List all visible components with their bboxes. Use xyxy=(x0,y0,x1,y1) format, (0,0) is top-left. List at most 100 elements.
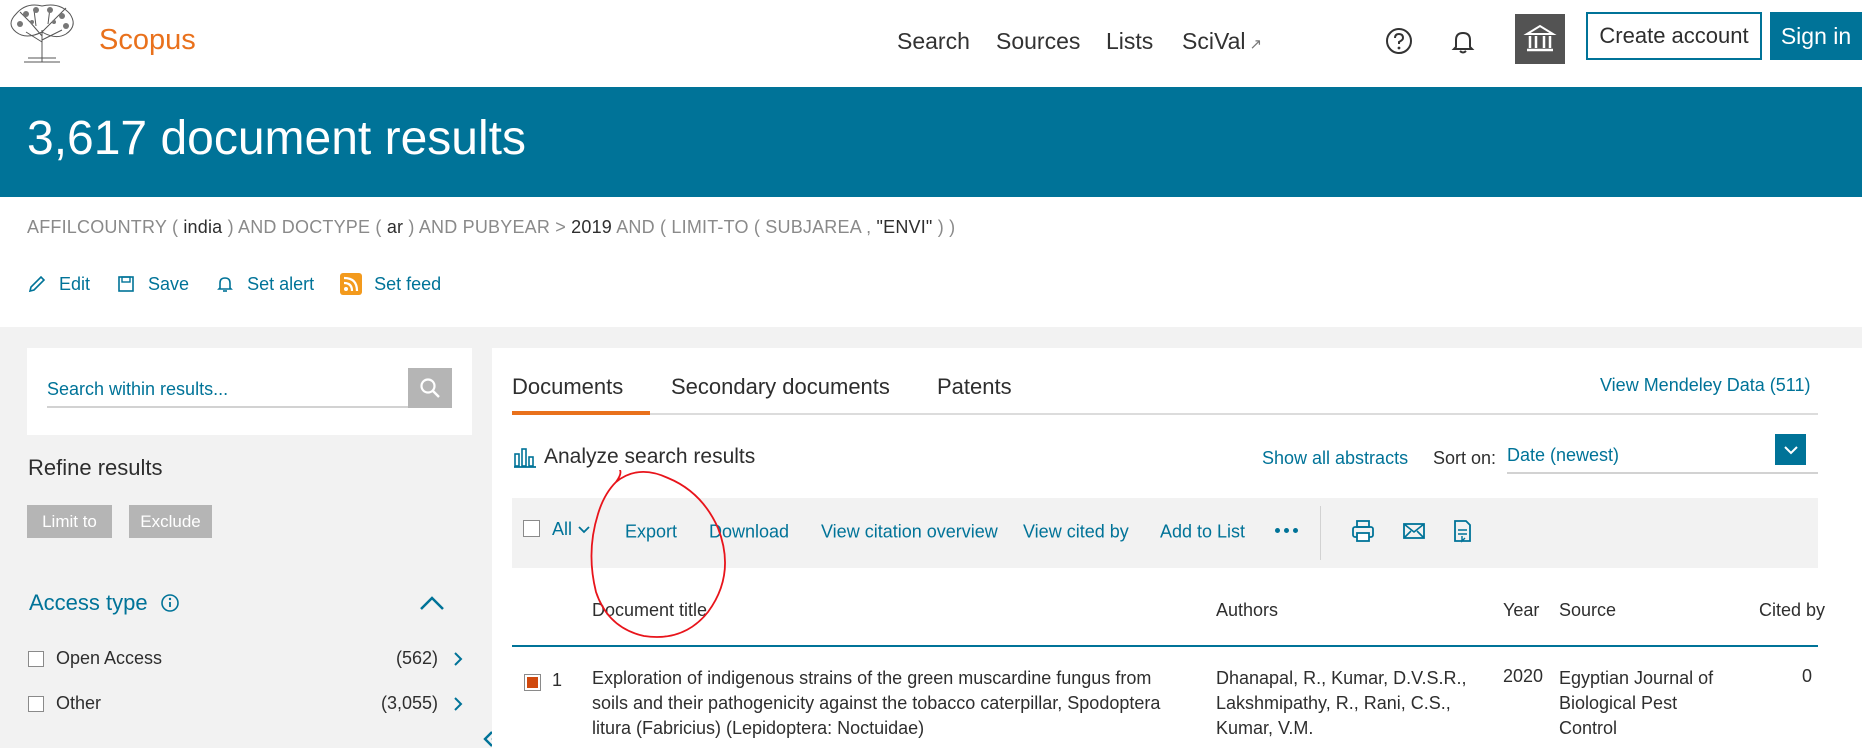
query-part: ) AND PUBYEAR > xyxy=(403,217,572,237)
view-cited-by-button[interactable]: View cited by xyxy=(1023,522,1129,543)
help-icon[interactable] xyxy=(1384,26,1414,56)
active-tab-indicator xyxy=(512,411,650,415)
query-part: ) ) xyxy=(932,217,956,237)
sort-value: Date (newest) xyxy=(1507,445,1620,465)
tab-patents[interactable]: Patents xyxy=(937,374,1012,400)
set-alert-button[interactable]: Set alert xyxy=(215,273,314,295)
more-options-icon[interactable] xyxy=(1275,528,1302,533)
search-within-button[interactable] xyxy=(408,368,452,408)
query-value: 2019 xyxy=(571,217,613,237)
view-mendeley-data-link[interactable]: View Mendeley Data (511) xyxy=(1600,375,1810,396)
chevron-right-icon[interactable] xyxy=(452,695,464,713)
row-number: 1 xyxy=(552,670,563,690)
tabs-divider xyxy=(512,413,1818,415)
nav-scival[interactable]: SciVal ↗ xyxy=(1182,28,1262,55)
table-header-divider xyxy=(512,645,1818,647)
results-toolbar: All Export Download View citation overvi… xyxy=(512,498,1818,568)
create-account-button[interactable]: Create account xyxy=(1586,12,1762,60)
checkbox-check-mark xyxy=(527,677,538,688)
external-link-icon: ↗ xyxy=(1249,36,1263,53)
query-area: AFFILCOUNTRY ( india ) AND DOCTYPE ( ar … xyxy=(0,197,1862,327)
facet-checkbox[interactable] xyxy=(28,695,44,712)
info-icon[interactable] xyxy=(160,593,180,613)
print-icon[interactable] xyxy=(1350,518,1376,544)
chevron-down-icon xyxy=(578,525,590,533)
chevron-up-icon[interactable] xyxy=(418,594,446,612)
nav-search[interactable]: Search xyxy=(897,28,970,55)
column-year[interactable]: Year xyxy=(1503,600,1539,621)
column-cited-by[interactable]: Cited by xyxy=(1759,600,1825,621)
toolbar-divider xyxy=(1320,506,1321,560)
exclude-button[interactable]: Exclude xyxy=(129,505,212,538)
nav-lists[interactable]: Lists xyxy=(1106,28,1153,55)
document-cited-by-count[interactable]: 0 xyxy=(1802,666,1812,687)
sign-in-button[interactable]: Sign in xyxy=(1770,12,1862,60)
facet-label: Other xyxy=(56,693,102,713)
bar-chart-icon xyxy=(514,448,536,468)
pdf-icon[interactable] xyxy=(1449,518,1475,544)
download-button[interactable]: Download xyxy=(709,522,789,543)
rss-feed-icon xyxy=(340,273,363,295)
column-source[interactable]: Source xyxy=(1559,600,1616,621)
query-value: "ENVI" xyxy=(876,217,933,237)
nav-sources[interactable]: Sources xyxy=(996,28,1080,55)
search-query-string: AFFILCOUNTRY ( india ) AND DOCTYPE ( ar … xyxy=(27,217,955,238)
access-type-label: Access type xyxy=(29,590,148,615)
query-actions: Edit Save Set alert Set feed xyxy=(27,273,467,295)
facet-count: (3,055) xyxy=(380,693,438,713)
save-label: Save xyxy=(148,273,190,294)
column-document-title[interactable]: Document title xyxy=(592,600,707,621)
show-all-abstracts-link[interactable]: Show all abstracts xyxy=(1262,448,1408,469)
nav-scival-label: SciVal xyxy=(1182,28,1246,54)
chevron-right-icon[interactable] xyxy=(452,650,464,668)
tab-documents[interactable]: Documents xyxy=(512,374,623,400)
institution-button[interactable] xyxy=(1515,14,1565,64)
select-all-checkbox[interactable] xyxy=(523,520,540,537)
alert-bell-icon xyxy=(217,277,233,292)
elsevier-tree-logo[interactable] xyxy=(6,2,78,64)
facet-label: Open Access xyxy=(56,648,163,668)
scopus-logo-text[interactable]: Scopus xyxy=(99,24,196,57)
analyze-search-results-link[interactable]: Analyze search results xyxy=(512,445,755,469)
pencil-icon xyxy=(28,275,46,293)
document-authors[interactable]: Dhanapal, R., Kumar, D.V.S.R., Lakshmipa… xyxy=(1216,666,1476,741)
limit-to-button[interactable]: Limit to xyxy=(27,505,112,538)
add-to-list-button[interactable]: Add to List xyxy=(1160,522,1245,543)
email-icon[interactable] xyxy=(1401,518,1427,544)
document-title-link[interactable]: Exploration of indigenous strains of the… xyxy=(592,666,1192,741)
select-all-label: All xyxy=(552,519,573,539)
results-panel: Documents Secondary documents Patents Vi… xyxy=(492,348,1862,748)
column-authors[interactable]: Authors xyxy=(1216,600,1278,621)
row-checkbox[interactable] xyxy=(524,674,541,691)
query-value: india xyxy=(183,217,223,237)
facet-checkbox[interactable] xyxy=(28,650,44,667)
search-icon xyxy=(420,378,440,398)
analyze-label: Analyze search results xyxy=(544,445,756,468)
document-year: 2020 xyxy=(1503,666,1544,686)
set-feed-button[interactable]: Set feed xyxy=(340,273,441,295)
sort-on-label: Sort on: xyxy=(1433,448,1497,468)
tab-secondary-documents[interactable]: Secondary documents xyxy=(671,374,890,400)
set-feed-label: Set feed xyxy=(374,273,442,294)
facet-count: (562) xyxy=(395,648,438,668)
save-query-button[interactable]: Save xyxy=(116,273,189,295)
edit-query-button[interactable]: Edit xyxy=(27,273,90,295)
export-button[interactable]: Export xyxy=(625,522,677,543)
search-within-input[interactable] xyxy=(47,372,432,408)
sort-dropdown-button[interactable] xyxy=(1775,434,1806,465)
access-type-heading[interactable]: Access type xyxy=(29,590,180,616)
document-source-link[interactable]: Egyptian Journal of Biological Pest Cont… xyxy=(1559,666,1739,741)
sort-select[interactable]: Date (newest) xyxy=(1507,434,1818,474)
facet-open-access[interactable]: Open Access (562) xyxy=(28,648,464,669)
top-header: Scopus Search Sources Lists SciVal ↗ Crea… xyxy=(0,0,1862,87)
query-value: ar xyxy=(386,217,404,237)
facet-other[interactable]: Other (3,055) xyxy=(28,693,464,714)
edit-label: Edit xyxy=(59,273,91,294)
view-citation-overview-button[interactable]: View citation overview xyxy=(821,522,998,543)
query-part: AFFILCOUNTRY ( xyxy=(27,217,184,237)
save-icon xyxy=(118,276,134,292)
query-part: AND ( LIMIT-TO ( SUBJAREA , xyxy=(612,217,877,237)
query-part: ) AND DOCTYPE ( xyxy=(222,217,387,237)
bell-icon[interactable] xyxy=(1448,26,1478,56)
select-all-dropdown[interactable]: All xyxy=(552,519,591,540)
